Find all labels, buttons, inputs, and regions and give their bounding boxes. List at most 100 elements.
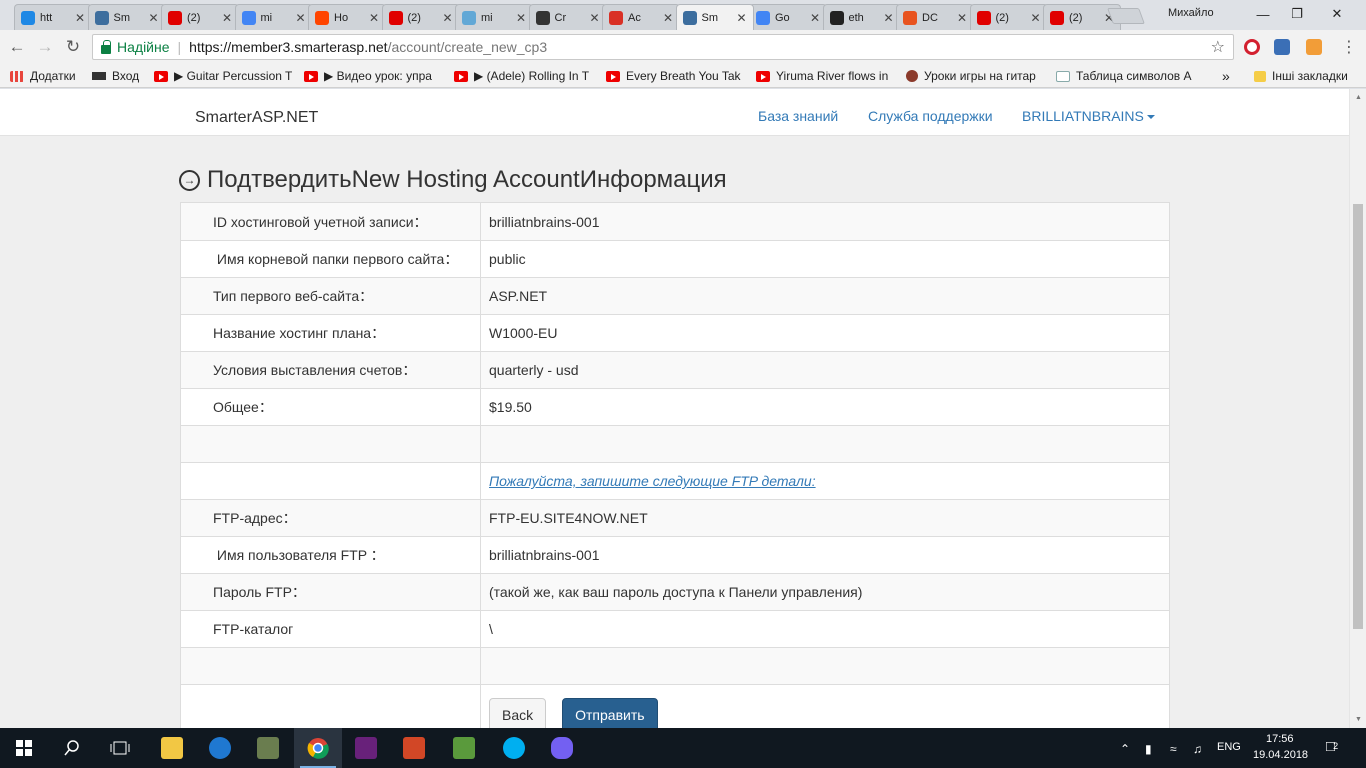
browser-tab[interactable]: htt ✕ [14,4,92,30]
menu-kebab-icon[interactable]: ⋮ [1338,36,1360,58]
bookmark-yiruma[interactable]: Yiruma River flows in [756,68,890,84]
address-bar[interactable]: Надійне | https://member3.smarterasp.net… [92,34,1234,60]
clock-time[interactable]: 17:56 [1266,733,1294,745]
wifi-icon[interactable]: ≈ [1170,742,1177,756]
clock-date[interactable]: 19.04.2018 [1253,749,1308,761]
scroll-thumb[interactable] [1353,204,1363,629]
browser-tab[interactable]: mi ✕ [234,4,313,30]
browser-tab[interactable]: Sm ✕ [675,4,754,30]
nav-knowledge-base[interactable]: База знаний [758,108,838,124]
opera-extension-icon[interactable] [1244,39,1260,55]
youtube-icon [756,70,770,82]
site-brand[interactable]: SmarterASP.NET [195,109,318,127]
tab-close-icon[interactable]: ✕ [957,11,967,25]
row-actions: Back Отправить [481,685,1169,728]
tab-close-icon[interactable]: ✕ [1031,11,1041,25]
bookmark-apps[interactable]: Додатки [10,68,90,84]
windows-start-icon[interactable] [0,728,48,768]
file-explorer-icon[interactable] [148,728,196,768]
ftp-details-link[interactable]: Пожалуйста, запишите следующие FTP детал… [489,473,816,489]
bookmark-guitar-lessons[interactable]: Уроки игры на гитар [906,68,1044,84]
extension-icon[interactable] [1274,39,1290,55]
tab-close-icon[interactable]: ✕ [737,11,747,25]
skype-icon[interactable] [490,728,538,768]
nav-account-dropdown[interactable]: BRILLIATNBRAINS [1022,108,1155,124]
bookmark-video-lesson[interactable]: ▶ Видео урок: упра [304,68,442,84]
extension-icon-2[interactable] [1306,39,1322,55]
visual-studio-icon[interactable] [342,728,390,768]
close-window-icon[interactable]: ✕ [1320,4,1354,24]
bookmarks-overflow-icon[interactable]: » [1222,68,1236,84]
row-label: Имя корневой папки первого сайта： [181,241,481,277]
scroll-up-icon[interactable]: ▲ [1350,89,1366,106]
submit-button[interactable]: Отправить [562,698,658,728]
page-scrollbar[interactable]: ▲ ▼ [1349,89,1366,728]
battery-icon[interactable]: ▮ [1145,742,1152,756]
language-indicator[interactable]: ENG [1217,741,1241,753]
browser-tab[interactable]: Sm ✕ [87,4,166,30]
tab-label: eth [848,11,864,24]
youtube-icon [304,70,318,82]
tab-close-icon[interactable]: ✕ [516,11,526,25]
nav-support[interactable]: Служба поддержки [868,108,993,124]
bookmark-label: Every Breath You Tak [626,69,741,83]
tools-app-icon[interactable] [244,728,292,768]
tab-close-icon[interactable]: ✕ [810,11,820,25]
back-button[interactable]: Back [489,698,547,728]
table-row-actions: Back Отправить [181,684,1169,728]
back-arrow-icon[interactable]: ← [6,36,28,58]
search-icon[interactable] [48,728,96,768]
tab-close-icon[interactable]: ✕ [149,11,159,25]
viber-icon[interactable] [538,728,586,768]
other-bookmarks[interactable]: Інші закладки [1254,68,1366,84]
tab-close-icon[interactable]: ✕ [369,11,379,25]
bookmark-label: Вход [112,69,140,83]
new-tab-button[interactable] [1107,8,1145,24]
tab-close-icon[interactable]: ✕ [884,11,894,25]
office-app-icon[interactable] [390,728,438,768]
tab-close-icon[interactable]: ✕ [443,11,453,25]
editor-app-icon[interactable] [440,728,488,768]
url-host: https://member3.smarterasp.net [189,39,388,55]
browser-tab[interactable]: Cr ✕ [528,4,607,30]
minimize-icon[interactable]: — [1246,4,1280,24]
browser-tab[interactable]: (2) ✕ [381,4,460,30]
bookmark-guitar-percussion[interactable]: ▶ Guitar Percussion T [154,68,292,84]
browser-tab[interactable]: Ho ✕ [308,4,386,30]
chrome-icon[interactable] [294,728,342,768]
browser-tab[interactable]: Ac ✕ [602,4,680,30]
tab-close-icon[interactable]: ✕ [222,11,232,25]
edge-browser-icon[interactable] [196,728,244,768]
tray-expand-icon[interactable]: ⌃ [1120,742,1130,756]
browser-profile-name[interactable]: Михайло [1168,7,1214,19]
bookmark-adele-rolling[interactable]: ▶ (Adele) Rolling In T [454,68,592,84]
tab-label: (2) [995,11,1009,24]
scroll-down-icon[interactable]: ▼ [1350,711,1366,728]
bookmark-every-breath[interactable]: Every Breath You Tak [606,68,744,84]
tab-label: Go [775,11,790,24]
browser-tab[interactable]: Go ✕ [749,4,827,30]
tab-close-icon[interactable]: ✕ [75,11,85,25]
tab-close-icon[interactable]: ✕ [296,11,306,25]
browser-tab[interactable]: DC ✕ [896,4,974,30]
browser-tab[interactable]: (2) ✕ [969,4,1048,30]
volume-icon[interactable]: ♫ [1193,742,1202,756]
bookmark-symbol-table[interactable]: Таблица символов А [1056,68,1194,84]
restore-icon[interactable]: ❐ [1280,4,1314,24]
tab-label: (2) [1069,11,1083,24]
table-row: Имя пользователя FTP ： brilliatnbrains-00… [181,536,1169,573]
browser-tab[interactable]: mi ✕ [455,4,533,30]
tab-favicon-icon [315,10,329,25]
task-view-icon[interactable] [96,728,144,768]
bookmark-login[interactable]: Вход [92,68,154,84]
browser-tab[interactable]: (2) ✕ [161,4,239,30]
browser-tab[interactable]: eth ✕ [822,4,901,30]
forward-arrow-icon[interactable]: → [34,36,56,58]
youtube-icon [454,70,468,82]
tab-close-icon[interactable]: ✕ [663,11,673,25]
tab-label: Cr [554,11,567,24]
notifications-icon[interactable]: □2 [1326,738,1340,755]
reload-icon[interactable]: ↻ [62,36,84,58]
tab-close-icon[interactable]: ✕ [590,11,600,25]
bookmark-star-icon[interactable]: ☆ [1211,37,1225,57]
